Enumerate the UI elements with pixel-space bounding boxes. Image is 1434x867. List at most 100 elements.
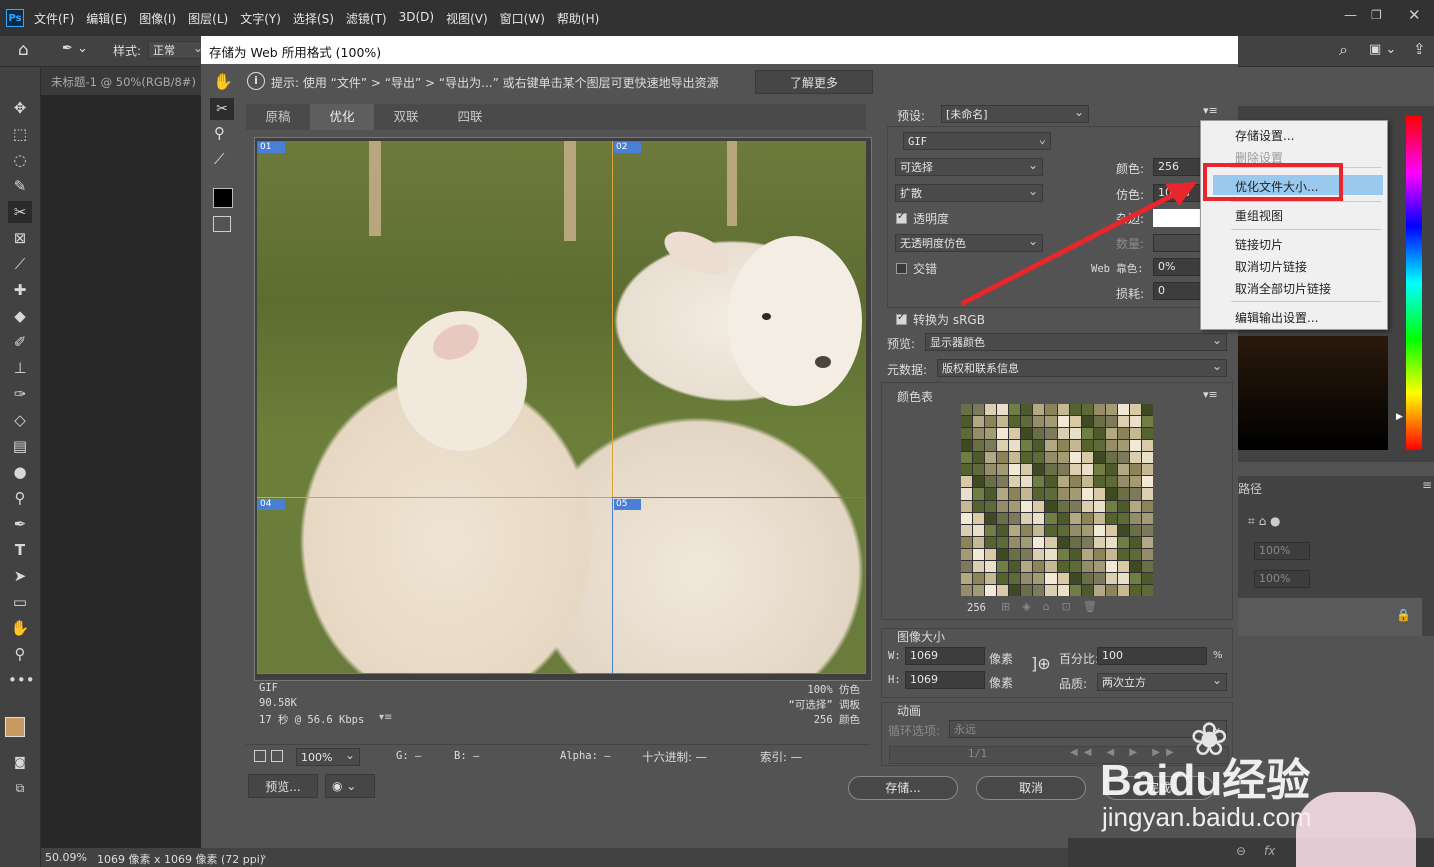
menu-item[interactable]: 视图(V) bbox=[446, 10, 488, 28]
color-swatch[interactable] bbox=[1033, 404, 1045, 416]
color-swatch[interactable] bbox=[961, 584, 973, 596]
color-swatch[interactable] bbox=[1009, 548, 1021, 560]
reduction-dropdown[interactable]: 可选择 bbox=[895, 156, 1043, 176]
color-swatch[interactable] bbox=[1129, 512, 1141, 524]
color-swatch[interactable] bbox=[1093, 440, 1105, 452]
metadata-dropdown[interactable]: 版权和联系信息 bbox=[937, 357, 1227, 377]
color-swatch[interactable] bbox=[973, 512, 985, 524]
color-swatch[interactable] bbox=[997, 404, 1009, 416]
color-swatch[interactable] bbox=[1057, 476, 1069, 488]
color-swatch[interactable] bbox=[1093, 536, 1105, 548]
color-swatch[interactable] bbox=[997, 452, 1009, 464]
marquee-tool-icon[interactable]: ⬚ bbox=[8, 123, 32, 145]
color-swatch[interactable] bbox=[961, 488, 973, 500]
color-swatch[interactable] bbox=[985, 524, 997, 536]
color-swatch[interactable] bbox=[1117, 476, 1129, 488]
color-swatch[interactable] bbox=[1033, 500, 1045, 512]
zoom-tool-icon[interactable]: ⚲ bbox=[8, 643, 32, 665]
color-swatch[interactable] bbox=[1069, 512, 1081, 524]
pen-tool-icon[interactable]: ✒ bbox=[8, 513, 32, 535]
color-swatch[interactable] bbox=[1129, 464, 1141, 476]
color-swatch[interactable] bbox=[1105, 452, 1117, 464]
color-swatch[interactable] bbox=[1021, 476, 1033, 488]
color-swatch[interactable] bbox=[1093, 404, 1105, 416]
color-swatch[interactable] bbox=[1141, 488, 1153, 500]
color-swatch[interactable] bbox=[1129, 452, 1141, 464]
color-table-menu-icon[interactable]: ▾≡ bbox=[1203, 388, 1218, 401]
color-table-tools-icon[interactable]: ⊞◈⌂⊡🗑 bbox=[1001, 600, 1109, 613]
color-swatch[interactable] bbox=[1093, 428, 1105, 440]
color-swatch[interactable] bbox=[1033, 464, 1045, 476]
color-swatch[interactable] bbox=[1021, 440, 1033, 452]
color-swatch[interactable] bbox=[973, 428, 985, 440]
color-swatch[interactable] bbox=[1057, 560, 1069, 572]
lasso-tool-icon[interactable]: ◌ bbox=[8, 149, 32, 171]
brush-preset-icon[interactable]: ✒ ⌄ bbox=[62, 41, 88, 56]
color-swatch[interactable] bbox=[1141, 452, 1153, 464]
color-swatch[interactable] bbox=[1093, 524, 1105, 536]
color-swatch[interactable] bbox=[997, 536, 1009, 548]
color-swatch[interactable] bbox=[1021, 548, 1033, 560]
color-swatch[interactable] bbox=[997, 500, 1009, 512]
color-picker-field[interactable] bbox=[1238, 336, 1388, 450]
color-swatch[interactable] bbox=[1117, 464, 1129, 476]
color-swatch[interactable] bbox=[997, 440, 1009, 452]
color-swatch[interactable] bbox=[1141, 512, 1153, 524]
quick-mask-icon[interactable]: ◙ bbox=[8, 751, 32, 773]
color-swatch[interactable] bbox=[1021, 500, 1033, 512]
color-swatch[interactable] bbox=[961, 428, 973, 440]
color-swatch[interactable] bbox=[1057, 464, 1069, 476]
minimize-button[interactable]: — bbox=[1344, 8, 1357, 23]
color-swatch[interactable] bbox=[1009, 416, 1021, 428]
color-swatch[interactable] bbox=[1009, 572, 1021, 584]
zoom-tool-icon[interactable]: ⚲ bbox=[214, 124, 225, 142]
color-swatch[interactable] bbox=[1081, 500, 1093, 512]
menu-item[interactable]: 窗口(W) bbox=[500, 10, 545, 28]
color-swatch[interactable] bbox=[1057, 500, 1069, 512]
color-swatch[interactable] bbox=[1069, 584, 1081, 596]
quick-select-tool-icon[interactable]: ✎ bbox=[8, 175, 32, 197]
constrain-link-icon[interactable]: ]⊕ bbox=[1031, 654, 1051, 673]
history-brush-tool-icon[interactable]: ✑ bbox=[8, 383, 32, 405]
color-swatch[interactable] bbox=[1045, 500, 1057, 512]
color-swatch[interactable] bbox=[1129, 416, 1141, 428]
color-swatch[interactable] bbox=[997, 512, 1009, 524]
menu-item[interactable]: 文字(Y) bbox=[240, 10, 281, 28]
color-swatch[interactable] bbox=[1057, 512, 1069, 524]
color-swatch[interactable] bbox=[1105, 404, 1117, 416]
color-swatch[interactable] bbox=[1069, 416, 1081, 428]
color-swatch[interactable] bbox=[1033, 584, 1045, 596]
color-swatch[interactable] bbox=[1081, 452, 1093, 464]
color-swatch[interactable] bbox=[1093, 500, 1105, 512]
color-swatch[interactable] bbox=[997, 584, 1009, 596]
color-swatch[interactable] bbox=[985, 548, 997, 560]
menu-item[interactable]: 图像(I) bbox=[139, 10, 176, 28]
color-swatch[interactable] bbox=[985, 440, 997, 452]
screen-mode-icon[interactable]: ⧉ bbox=[8, 777, 32, 799]
color-swatch[interactable] bbox=[1129, 428, 1141, 440]
color-swatch[interactable] bbox=[1045, 440, 1057, 452]
color-table-grid[interactable] bbox=[961, 404, 1153, 596]
color-swatch[interactable] bbox=[985, 404, 997, 416]
color-swatch[interactable] bbox=[1057, 440, 1069, 452]
slice-badge[interactable]: 01 bbox=[258, 142, 286, 153]
healing-tool-icon[interactable]: ✚ bbox=[8, 279, 32, 301]
color-swatch[interactable] bbox=[997, 548, 1009, 560]
hand-tool-icon[interactable]: ✋ bbox=[8, 617, 32, 639]
color-swatch[interactable] bbox=[1129, 476, 1141, 488]
info-menu-icon[interactable]: ▾≡ bbox=[379, 712, 392, 723]
color-swatch[interactable] bbox=[997, 428, 1009, 440]
shape-tool-icon[interactable]: ▭ bbox=[8, 591, 32, 613]
color-swatch[interactable] bbox=[973, 452, 985, 464]
close-window-button[interactable]: ✕ bbox=[1408, 6, 1421, 24]
path-select-tool-icon[interactable]: ➤ bbox=[8, 565, 32, 587]
color-swatch[interactable] bbox=[1129, 524, 1141, 536]
color-swatch[interactable] bbox=[973, 560, 985, 572]
color-swatch[interactable] bbox=[1129, 584, 1141, 596]
tab-1[interactable]: 优化 bbox=[310, 104, 374, 130]
color-swatch[interactable] bbox=[997, 560, 1009, 572]
learn-more-button[interactable]: 了解更多 bbox=[755, 70, 873, 94]
color-swatch[interactable] bbox=[1021, 428, 1033, 440]
color-swatch[interactable] bbox=[985, 452, 997, 464]
slice-badge[interactable]: 04 bbox=[258, 499, 286, 510]
